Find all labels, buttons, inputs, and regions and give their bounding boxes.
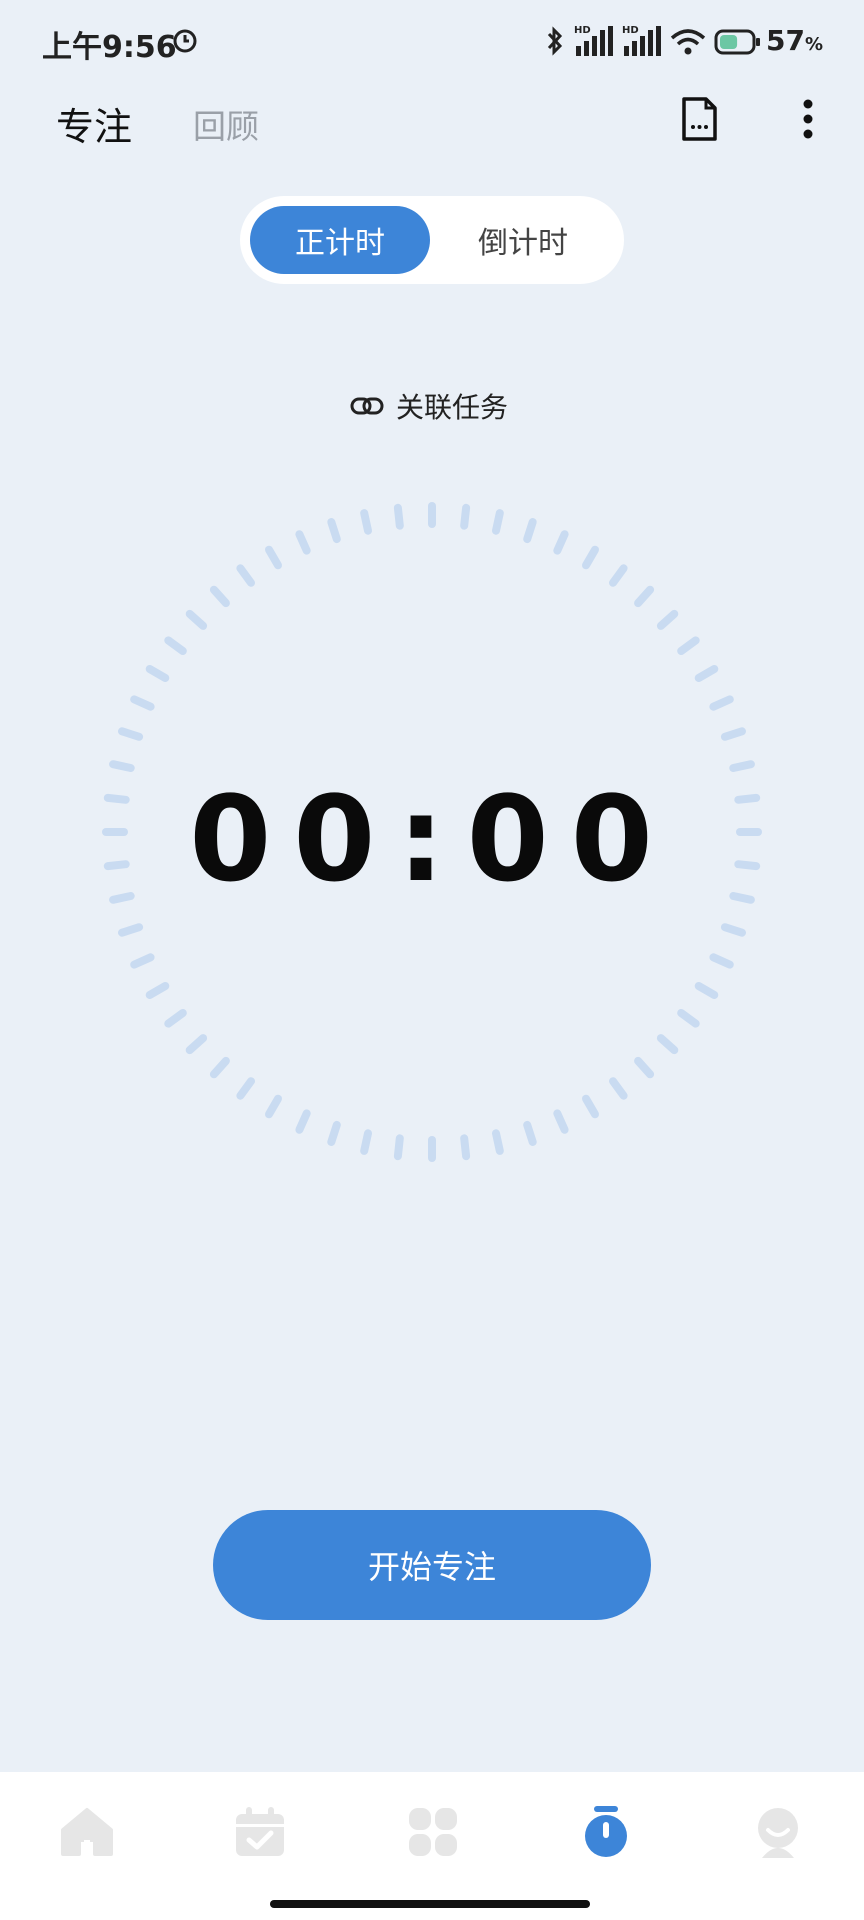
bluetooth-icon	[547, 26, 563, 56]
cellular-signal-icon: HD	[574, 25, 613, 56]
dial-tick	[694, 982, 719, 999]
dial-tick	[265, 545, 282, 570]
dial-tick	[694, 665, 719, 682]
dial-tick	[118, 727, 144, 741]
focus-screen: 上午9:56 HD HD 57% 专注 回顾 正计时 倒计时 关联任务 00:0…	[0, 0, 864, 1920]
dial-tick	[553, 530, 569, 555]
dial-tick	[709, 953, 734, 969]
dial-tick	[109, 760, 135, 772]
link-task-label: 关联任务	[396, 391, 509, 424]
dial-tick	[677, 636, 700, 655]
dial-tick	[130, 953, 155, 969]
dial-tick	[492, 509, 504, 535]
dial-tick	[118, 923, 144, 937]
status-time: 上午9:56	[42, 30, 177, 65]
dial-tick	[185, 1034, 208, 1055]
dial-tick	[729, 760, 755, 772]
dial-tick	[236, 564, 255, 587]
dial-tick	[360, 1129, 372, 1155]
dial-tick	[393, 503, 404, 530]
dial-tick	[582, 1094, 599, 1119]
dial-tick	[295, 1109, 311, 1134]
alarm-icon	[173, 29, 197, 53]
dial-tick	[523, 1120, 537, 1146]
dial-tick	[720, 727, 746, 741]
dial-tick	[609, 564, 628, 587]
tab-focus[interactable]: 专注	[56, 96, 132, 151]
battery-icon	[714, 29, 760, 55]
dial-tick	[460, 1134, 471, 1161]
dial-tick	[265, 1094, 282, 1119]
link-icon	[350, 397, 384, 415]
dial-tick	[634, 585, 655, 608]
dial-tick	[523, 518, 537, 544]
wifi-icon	[670, 29, 706, 55]
dial-tick	[492, 1129, 504, 1155]
dial-tick	[393, 1134, 404, 1161]
home-icon[interactable]	[59, 1804, 115, 1860]
bottom-nav	[0, 1772, 864, 1920]
tab-review[interactable]: 回顾	[193, 100, 259, 148]
dial-tick	[236, 1077, 255, 1100]
svg-text:HD: HD	[622, 25, 639, 36]
dial-tick	[360, 509, 372, 535]
dial-tick	[634, 1056, 655, 1079]
dial-tick	[656, 609, 679, 630]
apps-icon[interactable]	[405, 1804, 461, 1860]
dial-tick	[164, 636, 187, 655]
note-icon[interactable]	[680, 96, 718, 142]
status-bar: 上午9:56 HD HD 57%	[0, 0, 864, 84]
dial-tick	[130, 695, 155, 711]
count-up-button[interactable]: 正计时	[250, 206, 430, 274]
stopwatch-icon[interactable]	[578, 1804, 634, 1860]
dial-tick	[720, 923, 746, 937]
battery-percent: 57%	[766, 24, 824, 57]
start-focus-button[interactable]: 开始专注	[213, 1510, 651, 1620]
mode-toggle: 正计时 倒计时	[240, 196, 624, 284]
link-task-button[interactable]: 关联任务	[350, 386, 508, 426]
dial-tick	[327, 1120, 341, 1146]
dial-tick	[582, 545, 599, 570]
dial-tick	[609, 1077, 628, 1100]
svg-text:HD: HD	[574, 25, 591, 36]
dial-tick	[209, 585, 230, 608]
dial-tick	[460, 503, 471, 530]
home-indicator	[270, 1900, 590, 1908]
dial-tick	[164, 1009, 187, 1028]
calendar-check-icon[interactable]	[232, 1804, 288, 1860]
dial-tick	[295, 530, 311, 555]
profile-icon[interactable]	[750, 1804, 806, 1860]
dial-tick	[209, 1056, 230, 1079]
dial-tick	[327, 518, 341, 544]
dial-tick	[145, 982, 170, 999]
dial-tick	[185, 609, 208, 630]
cellular-signal-2-icon: HD	[622, 25, 661, 56]
timer-display: 00:00	[189, 770, 675, 908]
dial-tick	[553, 1109, 569, 1134]
more-vertical-icon[interactable]	[796, 98, 820, 140]
dial-tick	[656, 1034, 679, 1055]
dial-tick	[145, 665, 170, 682]
count-down-button[interactable]: 倒计时	[433, 206, 613, 274]
dial-tick	[677, 1009, 700, 1028]
dial-tick	[709, 695, 734, 711]
